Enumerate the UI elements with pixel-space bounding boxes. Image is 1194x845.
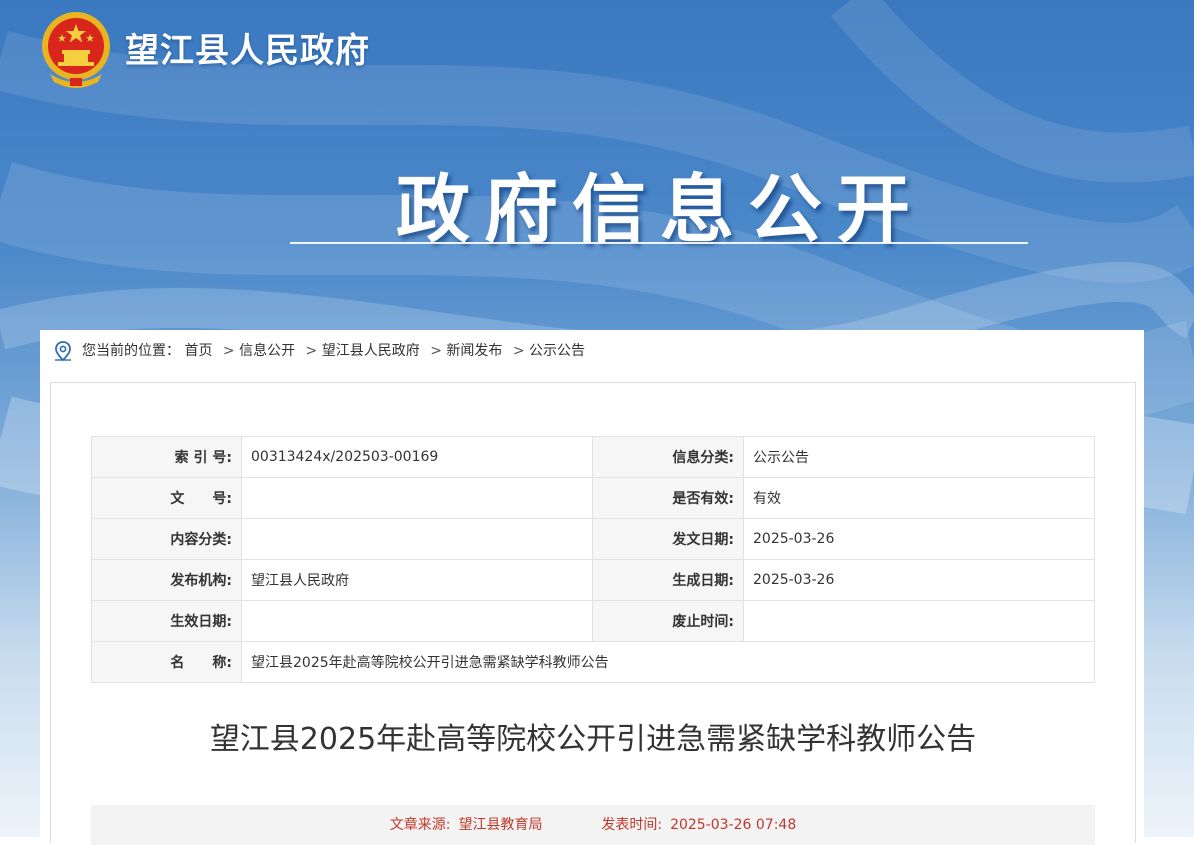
breadcrumb-county-government[interactable]: 望江县人民政府 [322, 343, 420, 359]
publisher-label: 发布机构: [91, 559, 242, 601]
expiry-time-label: 废止时间: [592, 600, 744, 642]
publish-time-label: 发表时间: [601, 817, 663, 833]
article-source-bar: 文章来源: 望江县教育局 发表时间: 2025-03-26 07:48 [91, 805, 1095, 845]
document-number-value [241, 477, 593, 519]
breadcrumb-announcements[interactable]: 公示公告 [529, 343, 585, 359]
effective-date-label: 生效日期: [91, 600, 242, 642]
publisher-value: 望江县人民政府 [241, 559, 593, 601]
content-category-value [241, 518, 593, 560]
site-title[interactable]: 望江县人民政府 [125, 28, 370, 74]
source-label: 文章来源: [389, 817, 451, 833]
validity-value: 有效 [743, 477, 1095, 519]
effective-date-value [241, 600, 593, 642]
breadcrumb-home[interactable]: 首页 [184, 343, 212, 359]
national-emblem-icon[interactable] [40, 10, 112, 90]
issue-date-value: 2025-03-26 [743, 518, 1095, 560]
breadcrumb-separator: > [430, 343, 442, 359]
generation-date-label: 生成日期: [592, 559, 744, 601]
breadcrumb-separator: > [222, 343, 235, 359]
index-number-label: 索 引 号: [91, 436, 242, 478]
breadcrumb-separator: > [305, 343, 318, 359]
info-category-label: 信息分类: [592, 436, 744, 478]
table-row: 名 称: 望江县2025年赴高等院校公开引进急需紧缺学科教师公告 [91, 641, 1095, 683]
document-name-value: 望江县2025年赴高等院校公开引进急需紧缺学科教师公告 [241, 641, 1095, 683]
table-row: 文 号: 是否有效: 有效 [91, 477, 1095, 519]
content-category-label: 内容分类: [91, 518, 242, 560]
generation-date-value: 2025-03-26 [743, 559, 1095, 601]
document-name-label: 名 称: [91, 641, 242, 683]
publish-time-value: 2025-03-26 07:48 [670, 817, 797, 833]
breadcrumb-info-public[interactable]: 信息公开 [239, 343, 295, 359]
source-value: 望江县教育局 [458, 817, 543, 833]
info-category-value: 公示公告 [743, 436, 1095, 478]
breadcrumb-news-release[interactable]: 新闻发布 [446, 343, 502, 359]
table-row: 发布机构: 望江县人民政府 生成日期: 2025-03-26 [91, 559, 1095, 601]
document-number-label: 文 号: [91, 477, 242, 519]
breadcrumb-prefix: 您当前的位置： [82, 343, 180, 359]
section-title: 政府信息公开 [396, 167, 924, 253]
table-row: 生效日期: 废止时间: [91, 600, 1095, 642]
table-row: 内容分类: 发文日期: 2025-03-26 [91, 518, 1095, 560]
issue-date-label: 发文日期: [592, 518, 744, 560]
validity-label: 是否有效: [592, 477, 744, 519]
index-number-value: 00313424x/202503-00169 [241, 436, 593, 478]
title-underline [290, 242, 1028, 244]
content-container: 您当前的位置： 首页 > 信息公开 > 望江县人民政府 > 新闻发布 > 公示公… [40, 330, 1144, 845]
article-panel: 索 引 号: 00313424x/202503-00169 信息分类: 公示公告… [50, 382, 1136, 845]
breadcrumb-separator: > [512, 343, 525, 359]
expiry-time-value [743, 600, 1095, 642]
table-row: 索 引 号: 00313424x/202503-00169 信息分类: 公示公告 [91, 436, 1095, 478]
document-meta-table: 索 引 号: 00313424x/202503-00169 信息分类: 公示公告… [91, 436, 1095, 683]
location-pin-icon [52, 340, 74, 371]
article-title: 望江县2025年赴高等院校公开引进急需紧缺学科教师公告 [209, 722, 977, 757]
